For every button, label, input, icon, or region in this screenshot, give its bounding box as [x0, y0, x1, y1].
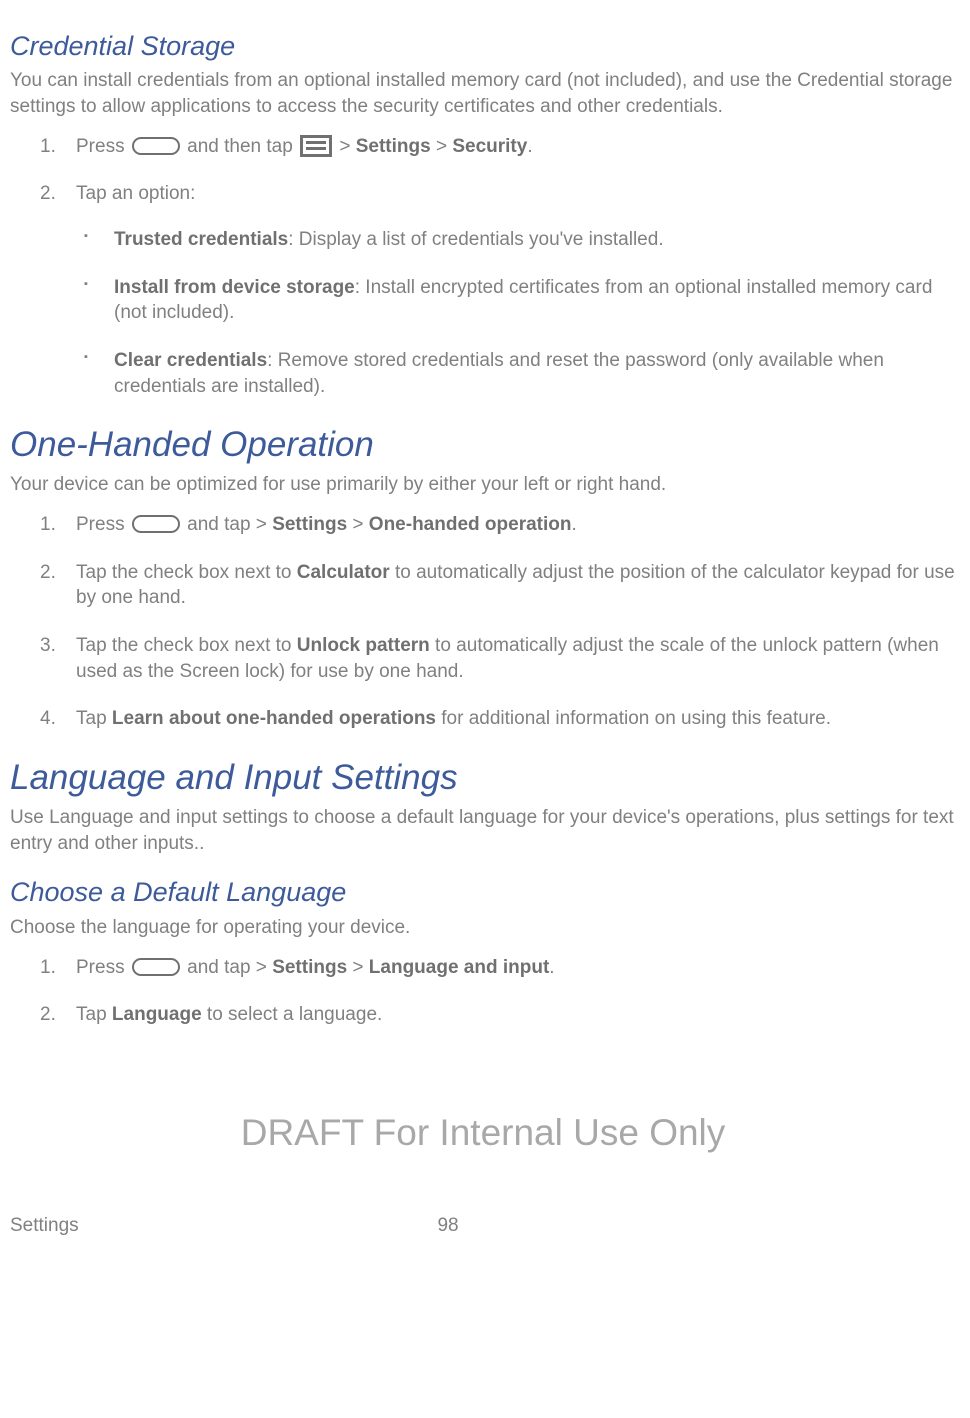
step-text: to select a language.	[202, 1004, 383, 1025]
home-button-icon	[132, 515, 180, 533]
label-security: Security	[452, 136, 527, 157]
watermark-draft: DRAFT For Internal Use Only	[10, 1108, 956, 1158]
step-text: .	[571, 514, 576, 535]
page-footer: Settings 98	[10, 1213, 956, 1239]
intro-one-handed-operation: Your device can be optimized for use pri…	[10, 472, 956, 498]
footer-page-number: 98	[279, 1213, 618, 1239]
step-item: Press and tap > Settings > One-handed op…	[40, 512, 956, 538]
step-text: and then tap	[182, 136, 298, 157]
list-item: Trusted credentials: Display a list of c…	[78, 227, 956, 253]
list-item: Clear credentials: Remove stored credent…	[78, 348, 956, 399]
steps-one-handed: Press and tap > Settings > One-handed op…	[40, 512, 956, 732]
step-text: Tap the check box next to	[76, 635, 297, 656]
heading-choose-default-language: Choose a Default Language	[10, 874, 956, 910]
list-text: : Display a list of credentials you've i…	[288, 229, 663, 250]
step-text: Press	[76, 136, 130, 157]
step-text: >	[334, 136, 356, 157]
heading-one-handed-operation: One-Handed Operation	[10, 421, 956, 468]
label-learn-about-one-handed: Learn about one-handed operations	[112, 708, 436, 729]
step-item: Tap the check box next to Calculator to …	[40, 560, 956, 611]
label-trusted-credentials: Trusted credentials	[114, 229, 288, 250]
label-one-handed-operation: One-handed operation	[369, 514, 572, 535]
step-item: Tap Learn about one-handed operations fo…	[40, 706, 956, 732]
label-settings: Settings	[356, 136, 431, 157]
step-text: >	[347, 957, 369, 978]
step-item: Press and tap > Settings > Language and …	[40, 955, 956, 981]
step-text: for additional information on using this…	[436, 708, 831, 729]
step-text: Tap	[76, 1004, 112, 1025]
label-clear-credentials: Clear credentials	[114, 350, 267, 371]
home-button-icon	[132, 137, 180, 155]
intro-credential-storage: You can install credentials from an opti…	[10, 68, 956, 119]
label-language-and-input: Language and input	[369, 957, 550, 978]
step-text: Tap an option:	[76, 183, 195, 204]
label-language: Language	[112, 1004, 202, 1025]
menu-icon	[300, 135, 332, 157]
step-item: Tap Language to select a language.	[40, 1002, 956, 1028]
step-text: .	[527, 136, 532, 157]
intro-language-input: Use Language and input settings to choos…	[10, 805, 956, 856]
footer-spacer	[617, 1213, 956, 1239]
label-settings: Settings	[272, 514, 347, 535]
step-text: >	[431, 136, 453, 157]
step-item: Tap an option: Trusted credentials: Disp…	[40, 181, 956, 399]
sub-list: Trusted credentials: Display a list of c…	[78, 227, 956, 399]
step-text: and tap >	[182, 957, 272, 978]
label-calculator: Calculator	[297, 562, 390, 583]
step-text: Press	[76, 957, 130, 978]
label-install-from-device-storage: Install from device storage	[114, 277, 355, 298]
step-text: .	[549, 957, 554, 978]
label-settings: Settings	[272, 957, 347, 978]
step-text: Tap the check box next to	[76, 562, 297, 583]
heading-language-input: Language and Input Settings	[10, 754, 956, 801]
intro-choose-default-language: Choose the language for operating your d…	[10, 915, 956, 941]
steps-choose-language: Press and tap > Settings > Language and …	[40, 955, 956, 1028]
step-item: Tap the check box next to Unlock pattern…	[40, 633, 956, 684]
step-text: and tap >	[182, 514, 272, 535]
steps-credential-storage: Press and then tap > Settings > Security…	[40, 134, 956, 399]
step-text: Press	[76, 514, 130, 535]
step-item: Press and then tap > Settings > Security…	[40, 134, 956, 160]
list-item: Install from device storage: Install enc…	[78, 275, 956, 326]
home-button-icon	[132, 958, 180, 976]
step-text: Tap	[76, 708, 112, 729]
step-text: >	[347, 514, 369, 535]
label-unlock-pattern: Unlock pattern	[297, 635, 430, 656]
heading-credential-storage: Credential Storage	[10, 28, 956, 64]
